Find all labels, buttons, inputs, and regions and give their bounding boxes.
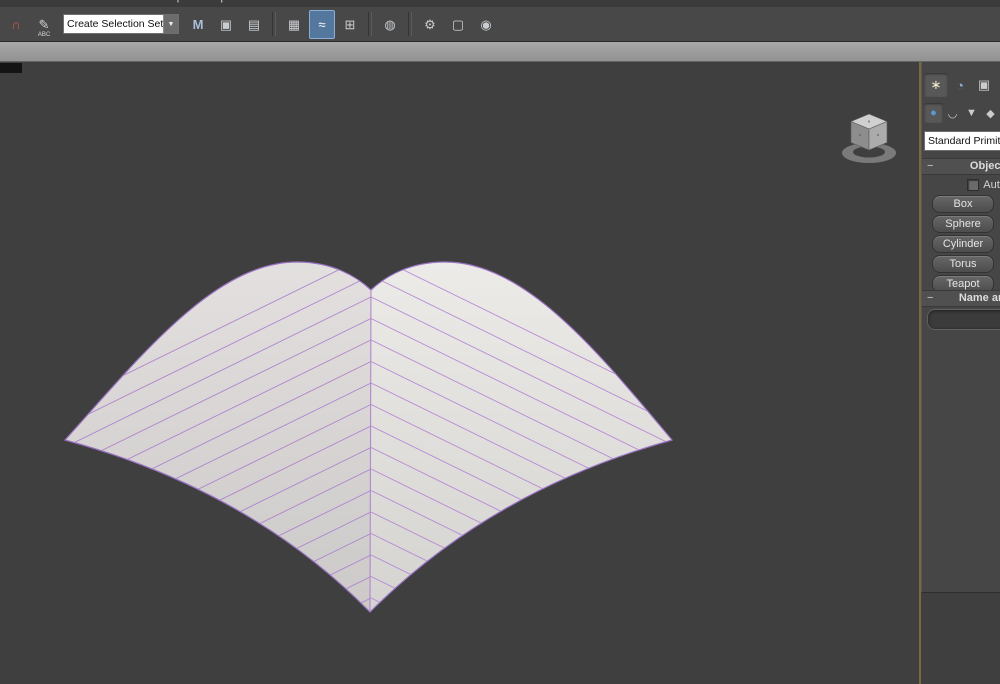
tab-motion[interactable]: ◎ (996, 73, 1000, 97)
box-button[interactable]: Box (932, 195, 994, 213)
category-shapes-icon[interactable]: ◡ (943, 103, 962, 123)
menu-help[interactable]: Help (204, 0, 227, 3)
align-icon[interactable]: ▣ (213, 10, 239, 39)
ribbon-collapsed-strip (0, 42, 1000, 62)
render-setup-icon[interactable]: ⚙ (417, 10, 443, 39)
layer-manager-icon[interactable]: ▤ (241, 10, 267, 39)
command-panel: ∗◔▣◎ ●◡▼◆⊕ Standard Primitives ▼ − Objec… (921, 62, 1000, 593)
category-cameras-icon[interactable]: ◆ (981, 103, 1000, 123)
render-production-icon[interactable]: ◉ (473, 10, 499, 39)
canopy-surface-object[interactable] (0, 62, 919, 684)
named-selection-sets-combo[interactable]: Create Selection Set ▼ (63, 14, 179, 34)
toolbar-separator (272, 12, 276, 36)
toolbar-icons-left: ∩✎ABC (2, 10, 58, 39)
snap-toggle-icon[interactable]: ∩ (3, 10, 29, 39)
viewcube-dot (859, 134, 861, 136)
mirror-icon[interactable]: M (185, 10, 211, 39)
tab-modify[interactable]: ◔ (948, 73, 972, 97)
schematic-view-icon[interactable]: ⊞ (337, 10, 363, 39)
rollout-object-type[interactable]: − Object Type (922, 158, 1000, 175)
category-geometry-icon[interactable]: ● (924, 103, 943, 123)
create-categories: ●◡▼◆⊕ (924, 103, 1000, 123)
subcategory-value: Standard Primitives (925, 135, 1000, 147)
subcategory-combo[interactable]: Standard Primitives ▼ (924, 131, 1000, 151)
menu-customize[interactable]: Customize (64, 0, 116, 3)
edit-named-selection-sets-icon[interactable]: ✎ABC (31, 10, 57, 39)
torus-button[interactable]: Torus (932, 255, 994, 273)
graphite-modeling-tools-icon[interactable]: ▦ (281, 10, 307, 39)
menubar: Customize MAXScript Help (0, 0, 1000, 7)
main-toolbar: ∩✎ABC Create Selection Set ▼ M▣▤ ▦≈⊞ ◍ ⚙▢◉ (0, 7, 1000, 42)
viewcube-dot (877, 134, 879, 136)
rollout-title: Object Type (922, 160, 1000, 172)
object-type-buttons: BoxSphereCylinderTorusTeapot (932, 195, 994, 293)
material-editor-icon[interactable]: ◍ (377, 10, 403, 39)
curve-editor-icon[interactable]: ≈ (309, 10, 335, 39)
rollout-name-and-color[interactable]: − Name and Color (922, 290, 1000, 307)
autogrid-label: AutoGrid (983, 179, 1000, 191)
object-name-field[interactable] (927, 309, 1000, 330)
autogrid-row: AutoGrid (922, 179, 1000, 191)
viewcube-dot (868, 120, 870, 122)
command-panel-tabs: ∗◔▣◎ (924, 73, 1000, 97)
menu-items-row: Customize MAXScript Help (64, 0, 227, 3)
toolbar-icons-right: M▣▤ ▦≈⊞ ◍ ⚙▢◉ (184, 10, 500, 39)
category-lights-icon[interactable]: ▼ (962, 103, 981, 123)
tab-hierarchy[interactable]: ▣ (972, 73, 996, 97)
cylinder-button[interactable]: Cylinder (932, 235, 994, 253)
toolbar-separator (408, 12, 412, 36)
perspective-viewport[interactable] (0, 62, 919, 684)
menu-maxscript[interactable]: MAXScript (134, 0, 186, 3)
app-window: Customize MAXScript Help ∩✎ABC Create Se… (0, 0, 1000, 684)
named-selection-sets-value: Create Selection Set (64, 18, 163, 30)
tab-create[interactable]: ∗ (924, 73, 948, 97)
rollout-title: Name and Color (922, 292, 1000, 304)
toolbar-separator (368, 12, 372, 36)
autogrid-checkbox[interactable] (967, 179, 979, 191)
dropdown-arrow-icon[interactable]: ▼ (163, 15, 178, 33)
rendered-frame-window-icon[interactable]: ▢ (445, 10, 471, 39)
sphere-button[interactable]: Sphere (932, 215, 994, 233)
viewcube[interactable] (833, 106, 905, 170)
